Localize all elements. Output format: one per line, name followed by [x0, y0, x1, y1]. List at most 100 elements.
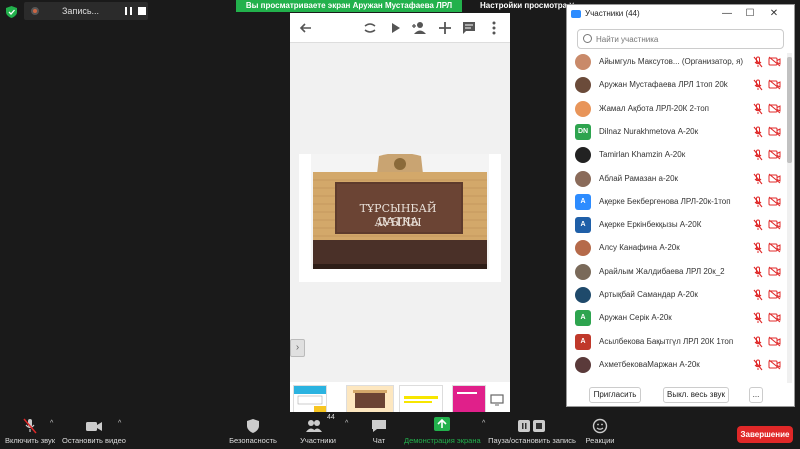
- recording-label: Запись...: [62, 6, 100, 16]
- zoom-meeting-window: Запись... Вы просматриваете экран Аружан…: [0, 0, 800, 449]
- share-screen-button[interactable]: Демонстрация экрана: [404, 412, 481, 449]
- video-off-icon: [768, 266, 781, 277]
- muted-mic-icon: [753, 219, 763, 231]
- participant-list: Айымгуль Максутов... (Организатор, я) Ару…: [567, 51, 787, 381]
- stop-recording-icon[interactable]: [138, 7, 146, 15]
- avatar: [575, 54, 591, 70]
- video-off-icon: [768, 336, 781, 347]
- minimize-icon[interactable]: —: [721, 8, 733, 20]
- participant-row[interactable]: Артықбай Самандар А-20к: [567, 284, 787, 307]
- video-off-icon: [768, 312, 781, 323]
- scrollbar[interactable]: [787, 53, 792, 383]
- avatar: [575, 77, 591, 94]
- muted-mic-icon: [753, 126, 763, 138]
- avatar: [575, 147, 591, 164]
- participant-row[interactable]: A Аружан Серік А-20к: [567, 307, 787, 330]
- slide-thumbnail[interactable]: [293, 385, 327, 415]
- shared-screen: ТҰРСЫНБАЙ ДАТҚА АУЫЛЫ ›: [290, 13, 510, 420]
- slide-thumbnail[interactable]: [399, 385, 443, 415]
- security-shield-icon: [247, 419, 259, 433]
- participant-row[interactable]: Tamirlan Khamzin А-20к: [567, 144, 787, 167]
- audio-caret-icon[interactable]: ^: [50, 420, 53, 427]
- video-off-icon: [768, 79, 781, 90]
- slide-thumbnail[interactable]: [452, 385, 486, 415]
- participant-row[interactable]: A Ақерке Еркінбекқызы А-20К: [567, 214, 787, 237]
- panel-header: Участники (44) — ☐ ✕: [567, 5, 794, 23]
- participant-row[interactable]: A Асылбекова Бақытгүл ЛРЛ 20К 1топ: [567, 331, 787, 354]
- participant-row[interactable]: Алсу Канафина А-20к: [567, 237, 787, 260]
- swap-icon: [364, 23, 376, 33]
- avatar: [575, 263, 591, 280]
- stop-video-button[interactable]: Остановить видео: [62, 412, 126, 449]
- muted-mic-icon: [753, 149, 763, 161]
- reactions-button[interactable]: Реакции: [582, 412, 618, 449]
- scrollbar-thumb[interactable]: [787, 57, 792, 163]
- participant-name: Ақерке Бекбергенова ЛРЛ-20к-1топ: [599, 196, 731, 206]
- end-meeting-button[interactable]: Завершение: [737, 426, 793, 443]
- participant-row[interactable]: DN Dilnaz Nurakhmetova А-20к: [567, 121, 787, 144]
- participant-row[interactable]: Аружан Мустафаева ЛРЛ 1топ 20k: [567, 74, 787, 97]
- search-input[interactable]: [596, 33, 776, 46]
- participant-row[interactable]: Айымгуль Максутов... (Организатор, я): [567, 51, 787, 74]
- video-off-icon: [768, 103, 781, 114]
- panel-title: Участники (44): [585, 9, 640, 18]
- panel-expand-arrow[interactable]: ›: [290, 339, 305, 357]
- maximize-icon[interactable]: ☐: [744, 8, 756, 20]
- pause-recording-icon[interactable]: [125, 7, 132, 15]
- present-mode-icon[interactable]: [490, 394, 504, 406]
- participant-name: Айымгуль Максутов... (Организатор, я): [599, 57, 744, 66]
- video-off-icon: [768, 242, 781, 253]
- participant-row[interactable]: Жамал Ақбота ЛРЛ-20К 2-топ: [567, 98, 787, 121]
- video-off-icon: [768, 196, 781, 207]
- unmute-button[interactable]: Включить звук: [0, 412, 60, 449]
- participants-caret-icon[interactable]: ^: [345, 420, 348, 427]
- participant-row[interactable]: АхметбековаМаржан А-20к: [567, 354, 787, 377]
- participant-name: АхметбековаМаржан А-20к: [599, 359, 700, 369]
- meeting-toolbar: Включить звук ^ Остановить видео ^ Безоп…: [0, 412, 800, 449]
- participant-row[interactable]: A Ақерке Бекбергенова ЛРЛ-20к-1топ: [567, 191, 787, 214]
- add-person-icon: [412, 22, 426, 34]
- avatar: A: [575, 310, 591, 327]
- slide-thumbnail-selected[interactable]: [346, 385, 394, 415]
- participant-name: Асылбекова Бақытгүл ЛРЛ 20К 1топ: [599, 336, 734, 346]
- video-caret-icon[interactable]: ^: [118, 420, 121, 427]
- participant-name: Аблай Рамазан а-20к: [599, 173, 679, 183]
- avatar: [575, 100, 591, 117]
- muted-mic-icon: [753, 196, 763, 208]
- mute-all-button[interactable]: Выкл. весь звук: [663, 387, 729, 403]
- close-icon[interactable]: ✕: [768, 8, 780, 20]
- participant-name: Аружан Мустафаева ЛРЛ 1топ 20k: [599, 80, 728, 90]
- avatar: [575, 170, 591, 187]
- share-caret-icon[interactable]: ^: [482, 420, 485, 427]
- share-screen-icon: [434, 417, 450, 431]
- pause-stop-recording-button[interactable]: Пауза/остановить запись: [488, 412, 576, 449]
- video-camera-icon: [86, 422, 102, 431]
- participant-row[interactable]: Арайлым Жалдибаева ЛРЛ 20к_2: [567, 261, 787, 284]
- shield-icon[interactable]: [6, 6, 17, 18]
- chat-button[interactable]: Чат: [362, 412, 396, 449]
- avatar: A: [575, 193, 591, 210]
- security-button[interactable]: Безопасность: [226, 412, 280, 449]
- video-off-icon: [768, 149, 781, 160]
- muted-mic-icon: [23, 418, 37, 434]
- chat-icon: [372, 420, 386, 432]
- participants-button[interactable]: 44 Участники: [296, 412, 340, 449]
- muted-mic-icon: [753, 79, 763, 91]
- participant-name: Аружан Серік А-20к: [599, 313, 672, 323]
- participant-name: Алсу Канафина А-20к: [599, 243, 680, 253]
- sign-line-2: АУЫЛЫ: [374, 216, 422, 229]
- search-field[interactable]: [577, 29, 784, 49]
- muted-mic-icon: [753, 289, 763, 301]
- view-settings-button[interactable]: Настройки просмотра ˅: [480, 1, 574, 10]
- more-options-button[interactable]: ...: [749, 387, 763, 403]
- invite-button[interactable]: Пригласить: [589, 387, 641, 403]
- video-off-icon: [768, 219, 781, 230]
- participants-panel: Участники (44) — ☐ ✕ Айымгуль Максутов..…: [566, 4, 795, 407]
- more-vert-icon: [492, 21, 496, 35]
- video-off-icon: [768, 126, 781, 137]
- participant-name: Ақерке Еркінбекқызы А-20К: [599, 220, 702, 230]
- participant-row[interactable]: Аблай Рамазан а-20к: [567, 168, 787, 191]
- muted-mic-icon: [753, 336, 763, 347]
- muted-mic-icon: [753, 56, 763, 68]
- participant-name: Tamirlan Khamzin А-20к: [599, 150, 686, 160]
